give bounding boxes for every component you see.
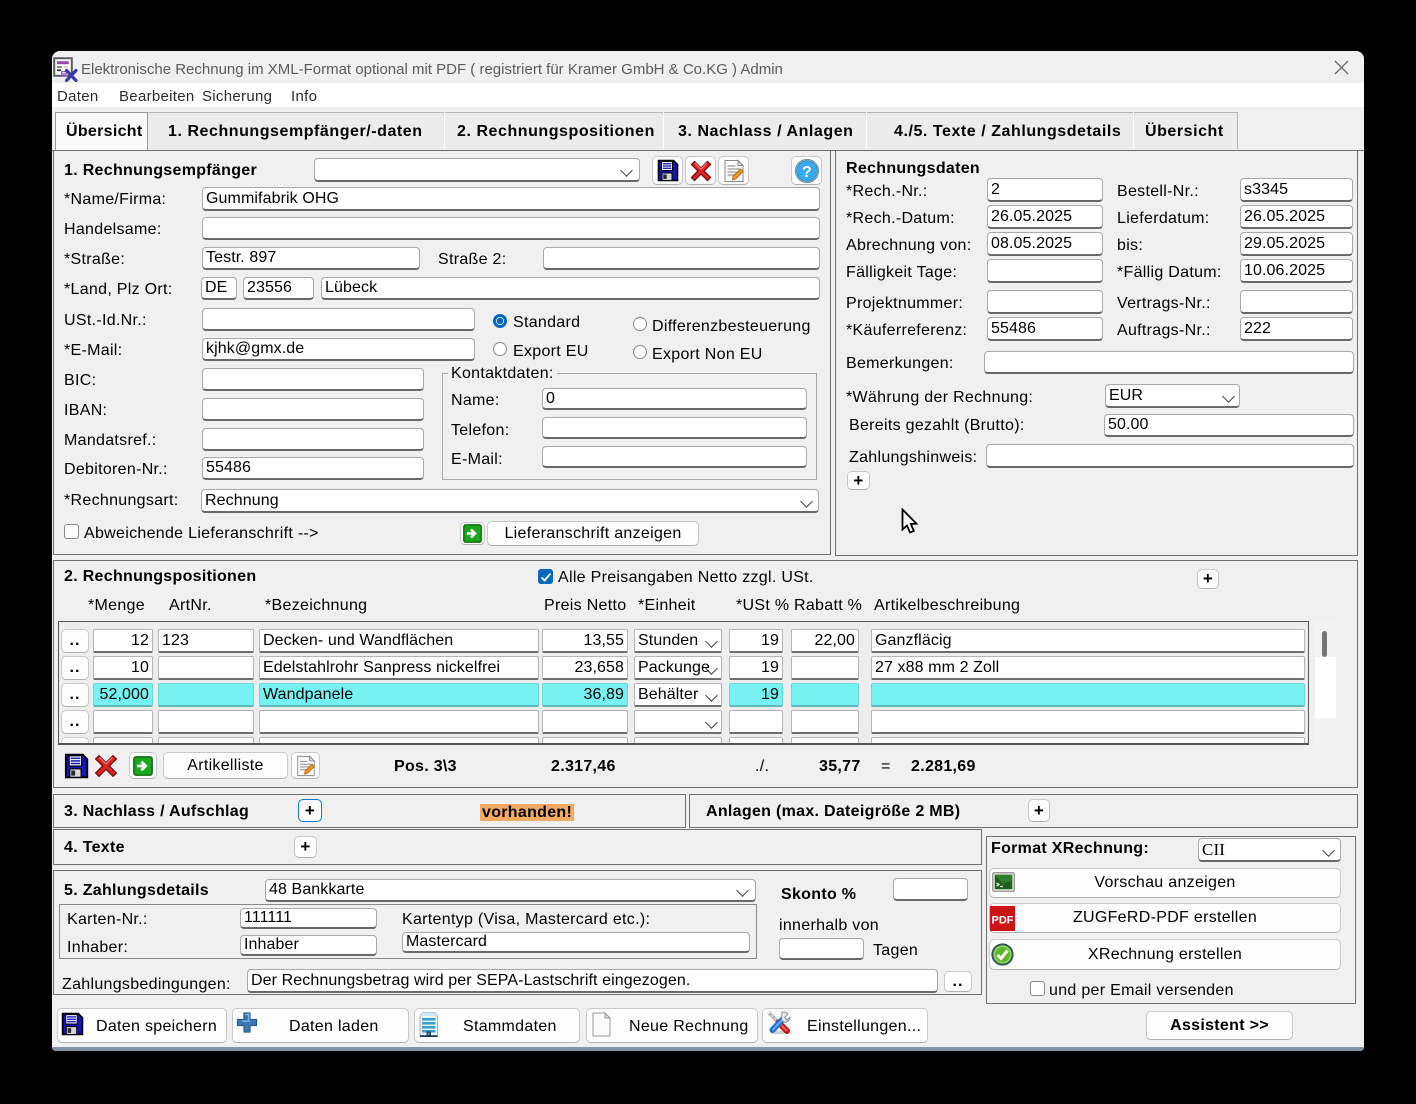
svg-text:PDF: PDF	[992, 915, 1014, 927]
svg-text:?: ?	[801, 164, 811, 181]
